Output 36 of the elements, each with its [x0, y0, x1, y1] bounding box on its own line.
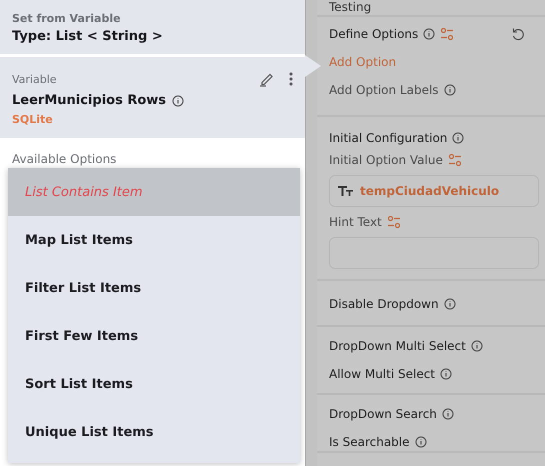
more-icon[interactable]: [289, 72, 293, 86]
setting-label: Is Searchable: [329, 435, 410, 449]
setting-label: DropDown Search: [329, 407, 437, 421]
setting-label: Initial Configuration: [329, 131, 448, 145]
options-label: Available Options: [11, 151, 118, 166]
info-icon[interactable]: [423, 28, 436, 40]
info-icon[interactable]: [442, 408, 454, 420]
setting-label: Disable Dropdown: [329, 297, 439, 311]
variable-label: Variable: [12, 72, 57, 86]
menu-item[interactable]: Sort List Items: [8, 360, 300, 408]
info-icon[interactable]: [172, 94, 184, 106]
setting-label: Add Option Labels: [329, 83, 439, 97]
pencil-icon[interactable]: [259, 71, 275, 87]
info-icon[interactable]: [444, 84, 456, 96]
info-icon[interactable]: [444, 298, 456, 310]
variable-name: LeerMunicipios Rows: [12, 93, 166, 108]
menu-item[interactable]: Filter List Items: [8, 264, 300, 312]
info-icon[interactable]: [470, 340, 483, 352]
reset-icon[interactable]: [511, 27, 525, 41]
section-label: Set from Variable: [12, 12, 122, 25]
setting-label: DropDown Multi Select: [329, 339, 466, 353]
info-icon[interactable]: [414, 436, 427, 448]
text-type-icon: [338, 185, 354, 197]
setting-label: Define Options: [329, 27, 418, 41]
menu-item[interactable]: Map List Items: [8, 216, 300, 264]
menu-item[interactable]: First Few Items: [8, 312, 300, 360]
setting-label: Hint Text: [329, 215, 382, 229]
type-label: Type: List < String >: [12, 29, 164, 44]
menu-item[interactable]: Unique List Items: [8, 408, 300, 456]
setting-label: Allow Multi Select: [329, 367, 436, 381]
info-icon[interactable]: [440, 368, 452, 380]
scrollbar[interactable]: [305, 0, 317, 466]
source-label: SQLite: [12, 113, 54, 126]
info-icon[interactable]: [452, 132, 464, 144]
setting-label: Initial Option Value: [329, 153, 443, 167]
panel-title: Testing: [329, 0, 372, 14]
